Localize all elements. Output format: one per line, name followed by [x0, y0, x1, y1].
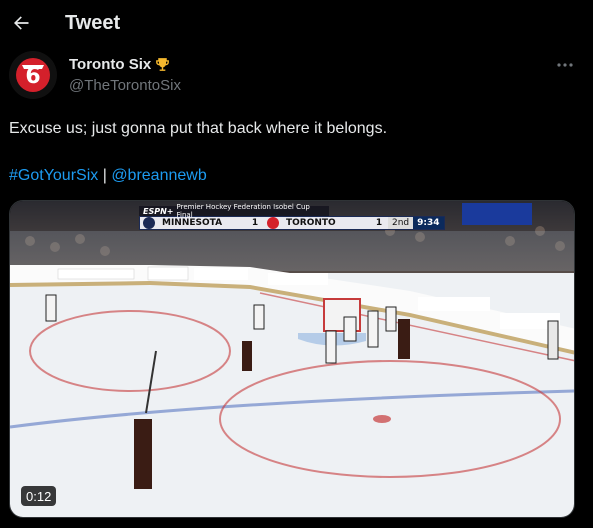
- away-score: 1: [251, 218, 259, 228]
- tweet-text: Excuse us; just gonna put that back wher…: [9, 120, 388, 137]
- video-player[interactable]: ESPN+ Premier Hockey Federation Isobel C…: [9, 200, 575, 518]
- home-team-logo: [267, 217, 279, 229]
- page-title: Tweet: [65, 12, 121, 34]
- network-logo: ESPN+: [143, 206, 174, 216]
- separator: |: [102, 167, 107, 184]
- tweet-tags: #GotYourSix | @breannewb: [9, 167, 207, 185]
- hashtag-link[interactable]: #GotYourSix: [9, 167, 98, 184]
- game-period: 2nd: [388, 217, 414, 229]
- more-horizontal-icon: [557, 63, 573, 67]
- arrow-left-icon: [14, 16, 29, 30]
- author-name[interactable]: Toronto Six: [69, 56, 171, 73]
- author-name-text: Toronto Six: [69, 56, 152, 73]
- header-bar: Tweet: [0, 0, 593, 48]
- trophy-icon: [156, 58, 170, 71]
- video-duration: 0:12: [21, 486, 57, 506]
- back-button[interactable]: [4, 4, 38, 42]
- game-clock: 9:34: [413, 217, 444, 229]
- avatar[interactable]: 6: [9, 51, 57, 99]
- away-team: MINNESOTA: [162, 218, 223, 228]
- video-frame: [10, 201, 574, 517]
- scoreboard-overlay: ESPN+ Premier Hockey Federation Isobel C…: [139, 203, 445, 238]
- scoreboard-event-bar: ESPN+ Premier Hockey Federation Isobel C…: [139, 203, 329, 219]
- author-handle[interactable]: @TheTorontoSix: [69, 77, 181, 94]
- mention-link[interactable]: @breannewb: [111, 167, 206, 184]
- scoreboard-score-row: MINNESOTA 1 TORONTO 1 2nd 9:34: [139, 216, 445, 230]
- home-score: 1: [375, 218, 383, 228]
- more-options-button[interactable]: [550, 54, 580, 76]
- home-team: TORONTO: [286, 218, 336, 228]
- away-team-logo: [143, 217, 155, 229]
